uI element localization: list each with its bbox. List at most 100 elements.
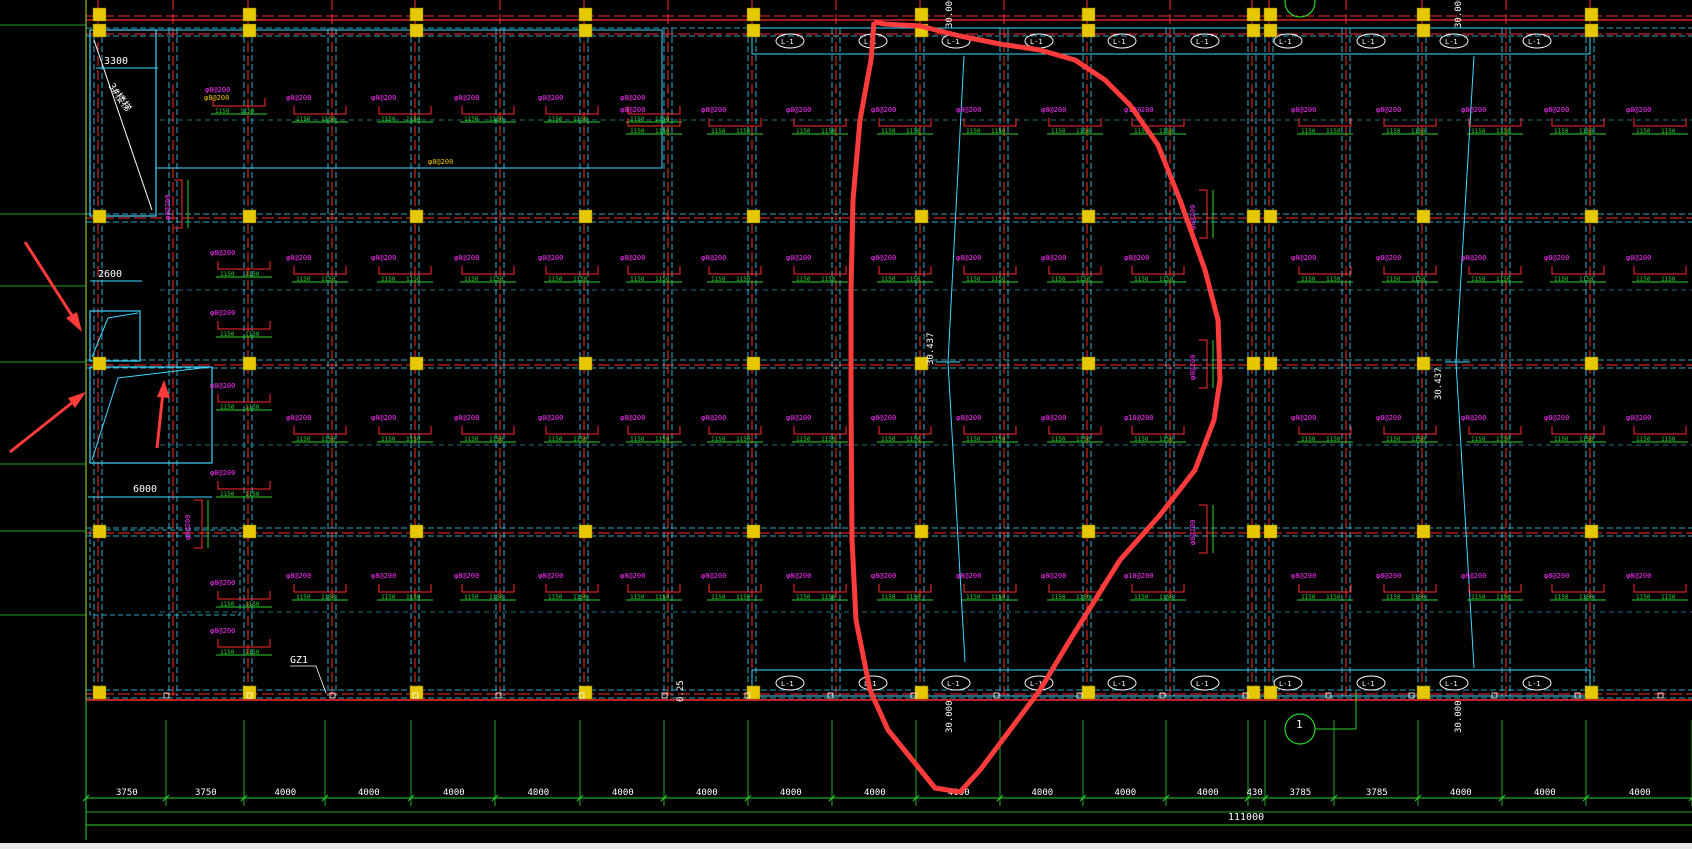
rebar-dim-b: 1150	[406, 116, 421, 123]
cad-drawing-canvas[interactable]: L-1 L-1 L-1 L-1 L-1 L-1 L-1 L-1 L-1 L-1 L-1 L-1 L-1 L…	[0, 0, 1692, 849]
rebar-bar	[1551, 426, 1605, 435]
rebar-bar	[461, 584, 515, 593]
rebar-label: φ8@200	[786, 254, 811, 262]
beam-tag-label: L-1	[781, 680, 794, 688]
rebar-dim-b: 1150	[655, 116, 670, 123]
column	[92, 209, 107, 224]
rebar-dim-a: 1150	[881, 128, 896, 135]
rebar-dim-a: 1150	[630, 116, 645, 123]
rebar-label: φ8@200	[701, 572, 726, 580]
rebar-label: φ8@200	[210, 309, 235, 317]
rebar-dim-a: 1150	[548, 116, 563, 123]
column	[1246, 685, 1261, 700]
rebar-label: φ8@200	[1461, 254, 1486, 262]
rebar-dim-a: 1150	[711, 594, 726, 601]
rebar-dim-a: 1150	[1386, 436, 1401, 443]
rebar-dim-a: 1150	[1051, 128, 1066, 135]
column	[914, 7, 929, 22]
opening-small-diag	[91, 312, 139, 358]
dim-value: 4000	[780, 788, 802, 798]
rebar-bar	[293, 426, 347, 435]
rebar-label: φ8@200	[1461, 572, 1486, 580]
rebar-dim-a: 1150	[796, 594, 811, 601]
rebar-label: φ8@200	[538, 94, 563, 102]
elevation-top-a: 30.000	[945, 0, 955, 28]
beam-tag-label: L-1	[1279, 38, 1292, 46]
elevation-bottom-b: 30.000	[1454, 700, 1464, 733]
rebar-label: φ8@200	[620, 414, 645, 422]
rebar-label: φ8@200	[1544, 106, 1569, 114]
column	[1263, 685, 1278, 700]
column	[1081, 356, 1096, 371]
dim-value: 4000	[275, 788, 297, 798]
column	[1246, 356, 1261, 371]
rebar-bar	[461, 426, 515, 435]
rebar-dim-a: 1150	[881, 276, 896, 283]
rebar-bar	[793, 584, 847, 593]
rebar-dim-a: 1150	[1051, 276, 1066, 283]
rebar-dim-b: 1150	[245, 601, 260, 608]
opening-top	[155, 29, 663, 169]
rebar-label: φ8@200	[538, 254, 563, 262]
rebar-label-yellow: φ8@200	[204, 94, 229, 102]
rebar-dim-b: 1150	[1411, 276, 1426, 283]
rebar-dim-a: 1150	[296, 276, 311, 283]
rebar-dim-a: 1150	[1386, 128, 1401, 135]
opening-large-diag	[91, 366, 211, 461]
rebar-bar	[708, 584, 762, 593]
column	[1416, 524, 1431, 539]
beam-tag-label: L-1	[1445, 680, 1458, 688]
column	[1263, 23, 1278, 38]
rebar-dim-b: 1150	[906, 128, 921, 135]
rebar-dim-a: 1150	[464, 276, 479, 283]
rebar-dim-a: 1150	[220, 491, 235, 498]
left-dim-mid: 2600	[98, 269, 122, 280]
rebar-dim-b: 1150	[245, 331, 260, 338]
rebar-label: φ8@200	[1626, 414, 1651, 422]
rebar-bar	[708, 118, 762, 127]
elevation-slope-b: 30.437	[1434, 367, 1444, 400]
rebar-bar	[461, 106, 515, 115]
rebar-label: φ8@200	[871, 254, 896, 262]
rebar-dim-a: 1150	[1386, 594, 1401, 601]
rebar-label: φ8@200	[1124, 254, 1149, 262]
rebar-dim-b: 1150	[1159, 594, 1174, 601]
rebar-label: φ8@200	[1041, 254, 1066, 262]
rebar-label: φ8@200	[286, 572, 311, 580]
rebar-dim-b: 1150	[573, 436, 588, 443]
section-mark-label: 1	[1296, 718, 1303, 731]
rebar-bar	[878, 426, 932, 435]
rebar-label: φ8@200	[1626, 572, 1651, 580]
rebar-dim-a: 1150	[1636, 128, 1651, 135]
column	[242, 685, 257, 700]
rebar-dim-b: 1150	[1411, 128, 1426, 135]
rebar-dim-b: 1150	[1326, 276, 1341, 283]
rebar-label: φ8@200	[210, 249, 235, 257]
rebar-bar	[1468, 118, 1522, 127]
rebar-label: φ8@200	[620, 94, 645, 102]
dim-value: 4000	[1115, 788, 1137, 798]
rebar-label: φ8@200	[538, 572, 563, 580]
rebar-bar	[1048, 118, 1102, 127]
column	[92, 685, 107, 700]
column	[92, 356, 107, 371]
rebar-dim-b: 1150	[1076, 594, 1091, 601]
rebar-label-yellow: φ8@200	[428, 158, 453, 166]
rebar-dim-a: 1150	[1301, 594, 1316, 601]
rebar-label: φ8@200	[1544, 414, 1569, 422]
rebar-label: φ8@200	[371, 414, 396, 422]
rebar-dim-a: 1150	[966, 436, 981, 443]
rebar-bar	[1131, 426, 1185, 435]
rebar-label: φ8@200	[1461, 414, 1486, 422]
rebar-bar	[545, 584, 599, 593]
column	[1584, 685, 1599, 700]
rebar-bar	[1633, 584, 1687, 593]
rebar-dim-b: 1150	[489, 116, 504, 123]
rebar-dim-a: 1150	[548, 276, 563, 283]
dim-value: 3785	[1366, 788, 1388, 798]
rebar-dim-b: 1150	[321, 594, 336, 601]
rebar-bar	[1468, 266, 1522, 275]
column	[242, 23, 257, 38]
rebar-dim-a: 1150	[966, 128, 981, 135]
column	[1246, 23, 1261, 38]
